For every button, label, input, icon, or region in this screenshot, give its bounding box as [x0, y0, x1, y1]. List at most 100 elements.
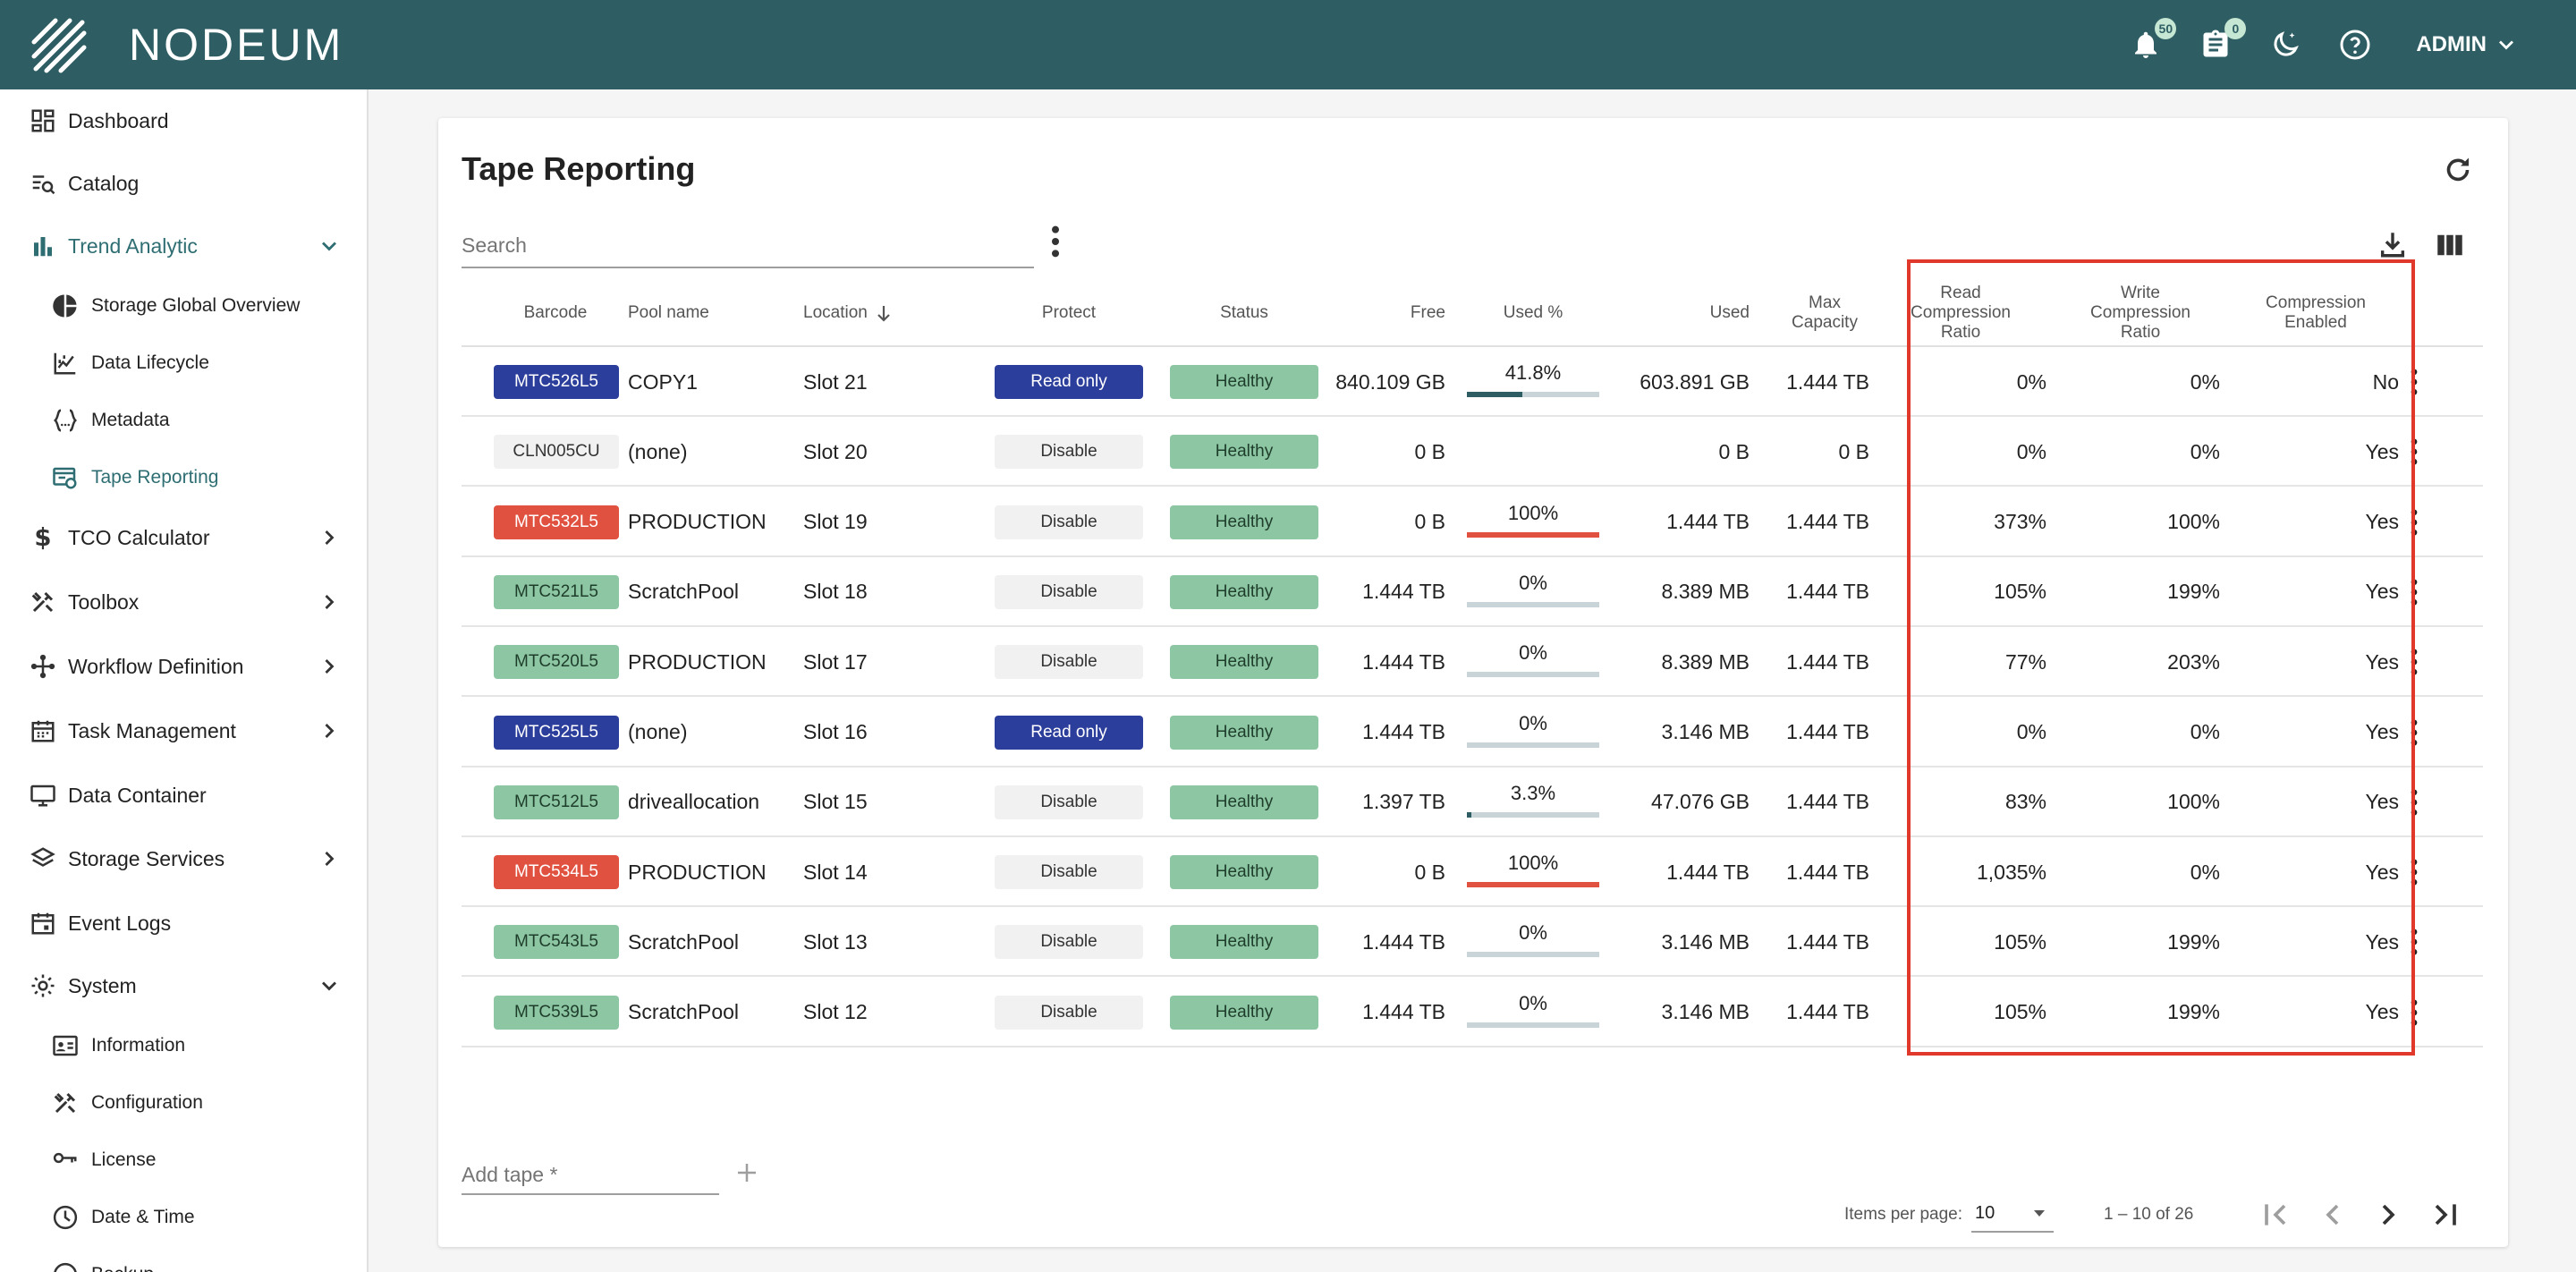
user-menu[interactable]: ADMIN — [2416, 32, 2519, 57]
protect-button[interactable]: Disable — [995, 784, 1143, 819]
last-page-icon[interactable] — [2428, 1197, 2463, 1233]
first-page-icon[interactable] — [2258, 1197, 2293, 1233]
header-write-compression-ratio[interactable]: Write Compression Ratio — [2088, 279, 2193, 347]
sidebar-item-information[interactable]: Information — [0, 1023, 367, 1068]
barcode-chip[interactable]: MTC543L5 — [494, 925, 619, 960]
row-actions-icon[interactable] — [2408, 647, 2420, 677]
used-progress-bar — [1467, 742, 1599, 748]
table-row[interactable]: MTC520L5 PRODUCTION Slot 17 Disable Healthy 1… — [462, 627, 2483, 698]
table-row[interactable]: MTC543L5 ScratchPool Slot 13 Disable Healthy… — [462, 907, 2483, 978]
barcode-chip[interactable]: MTC521L5 — [494, 574, 619, 609]
protect-button[interactable]: Disable — [995, 435, 1143, 470]
row-actions-icon[interactable] — [2408, 927, 2420, 957]
sidebar-item-catalog[interactable]: Catalog — [0, 161, 367, 206]
sidebar-item-configuration[interactable]: Configuration — [0, 1081, 367, 1125]
barcode-chip[interactable]: MTC526L5 — [494, 365, 619, 399]
sidebar-item-license[interactable]: License — [0, 1138, 367, 1183]
brand-logo[interactable]: NODEUM — [29, 15, 343, 74]
sidebar-item-date-time[interactable]: Date & Time — [0, 1195, 367, 1240]
status-cell: Healthy — [1170, 837, 1318, 907]
header-status[interactable]: Status — [1170, 279, 1318, 347]
row-actions-icon[interactable] — [2408, 857, 2420, 887]
header-barcode[interactable]: Barcode — [497, 279, 614, 347]
row-actions-icon[interactable] — [2408, 717, 2420, 748]
header-free[interactable]: Free — [1356, 279, 1445, 347]
table-row[interactable]: CLN005CU (none) Slot 20 Disable Healthy 0 B 0 … — [462, 417, 2483, 488]
row-actions-icon[interactable] — [2408, 437, 2420, 467]
barcode-chip[interactable]: MTC539L5 — [494, 995, 619, 1030]
barcode-chip[interactable]: MTC512L5 — [494, 784, 619, 819]
items-per-page-select[interactable]: 10 — [1971, 1195, 2054, 1233]
add-tape-input[interactable] — [462, 1156, 719, 1193]
row-actions-icon[interactable] — [2408, 507, 2420, 538]
sidebar-item-trend-analytic[interactable]: Trend Analytic — [0, 224, 367, 268]
row-actions-icon[interactable] — [2408, 787, 2420, 818]
pool-name-cell: PRODUCTION — [628, 510, 767, 534]
sidebar-item-task-management[interactable]: Task Management — [0, 708, 367, 753]
header-used[interactable]: Used — [1615, 279, 1750, 347]
protect-button[interactable]: Read only — [995, 715, 1143, 750]
previous-page-icon[interactable] — [2315, 1197, 2351, 1233]
table-row[interactable]: MTC526L5 COPY1 Slot 21 Read only Healthy 840.… — [462, 347, 2483, 417]
column-selector-icon[interactable] — [2436, 233, 2463, 258]
protect-button[interactable]: Disable — [995, 645, 1143, 680]
theme-toggle-button[interactable] — [2267, 27, 2303, 63]
download-icon[interactable] — [2377, 229, 2408, 259]
sidebar-item-tco-calculator[interactable]: $ TCO Calculator — [0, 515, 367, 560]
barcode-chip[interactable]: MTC532L5 — [494, 505, 619, 539]
row-actions-icon[interactable] — [2408, 577, 2420, 607]
barcode-chip[interactable]: MTC525L5 — [494, 715, 619, 750]
table-row[interactable]: MTC532L5 PRODUCTION Slot 19 Disable Healthy 0… — [462, 488, 2483, 557]
table-row[interactable]: MTC525L5 (none) Slot 16 Read only Healthy 1.4… — [462, 698, 2483, 767]
tasks-button[interactable]: 0 — [2198, 18, 2247, 63]
protect-button[interactable]: Disable — [995, 574, 1143, 609]
protect-button[interactable]: Disable — [995, 505, 1143, 539]
row-actions-icon[interactable] — [2408, 997, 2420, 1028]
notifications-button[interactable]: 50 — [2128, 18, 2177, 63]
sidebar-item-label: Task Management — [68, 718, 236, 742]
sidebar-item-system[interactable]: System — [0, 963, 367, 1008]
barcode-chip[interactable]: CLN005CU — [494, 435, 619, 470]
barcode-chip[interactable]: MTC534L5 — [494, 855, 619, 890]
sidebar-item-metadata[interactable]: Metadata — [0, 398, 367, 443]
barcode-chip[interactable]: MTC520L5 — [494, 645, 619, 680]
sidebar-item-workflow-definition[interactable]: Workflow Definition — [0, 644, 367, 689]
row-actions-icon[interactable] — [2408, 367, 2420, 397]
sidebar-item-toolbox[interactable]: Toolbox — [0, 580, 367, 624]
next-page-icon[interactable] — [2370, 1197, 2406, 1233]
used-percent-text: 0% — [1519, 921, 1547, 945]
search-input[interactable] — [462, 224, 1034, 267]
header-pool-name[interactable]: Pool name — [628, 279, 771, 347]
sidebar-item-dashboard[interactable]: Dashboard — [0, 98, 367, 143]
sidebar-item-event-logs[interactable]: Event Logs — [0, 901, 367, 946]
header-max-capacity[interactable]: Max Capacity — [1780, 279, 1869, 347]
more-options-icon[interactable] — [1046, 224, 1064, 259]
header-protect[interactable]: Protect — [995, 279, 1143, 347]
refresh-icon[interactable] — [2442, 154, 2474, 186]
chevron-down-icon — [322, 242, 336, 251]
header-location[interactable]: Location — [803, 279, 911, 347]
header-compression-enabled[interactable]: Compression Enabled — [2258, 279, 2374, 347]
table-row[interactable]: MTC512L5 driveallocation Slot 15 Disable Hea… — [462, 767, 2483, 837]
sidebar-item-storage-global-overview[interactable]: Storage Global Overview — [0, 284, 367, 328]
write-compression-cell: 0% — [2190, 369, 2220, 394]
sidebar-item-storage-services[interactable]: Storage Services — [0, 836, 367, 881]
sidebar-item-data-container[interactable]: Data Container — [0, 773, 367, 818]
header-used-pct[interactable]: Used % — [1467, 279, 1599, 347]
protect-button[interactable]: Disable — [995, 995, 1143, 1030]
sidebar-item-data-lifecycle[interactable]: Data Lifecycle — [0, 341, 367, 386]
table-row[interactable]: MTC534L5 PRODUCTION Slot 14 Disable Healthy 0… — [462, 837, 2483, 908]
sidebar-item-backup[interactable]: Backup — [0, 1252, 367, 1272]
protect-button[interactable]: Disable — [995, 855, 1143, 890]
table-row[interactable]: MTC521L5 ScratchPool Slot 18 Disable Healthy… — [462, 557, 2483, 627]
protect-button[interactable]: Read only — [995, 365, 1143, 399]
add-icon[interactable] — [733, 1159, 760, 1186]
table-row[interactable]: MTC539L5 ScratchPool Slot 12 Disable Healthy… — [462, 978, 2483, 1047]
header-location-label: Location — [803, 303, 868, 322]
status-cell: Healthy — [1170, 767, 1318, 837]
protect-button[interactable]: Disable — [995, 925, 1143, 960]
max-capacity-cell: 1.444 TB — [1786, 580, 1869, 604]
sidebar-item-tape-reporting[interactable]: Tape Reporting — [0, 455, 367, 500]
help-button[interactable] — [2337, 27, 2373, 63]
header-read-compression-ratio[interactable]: Read Compression Ratio — [1911, 279, 2011, 347]
